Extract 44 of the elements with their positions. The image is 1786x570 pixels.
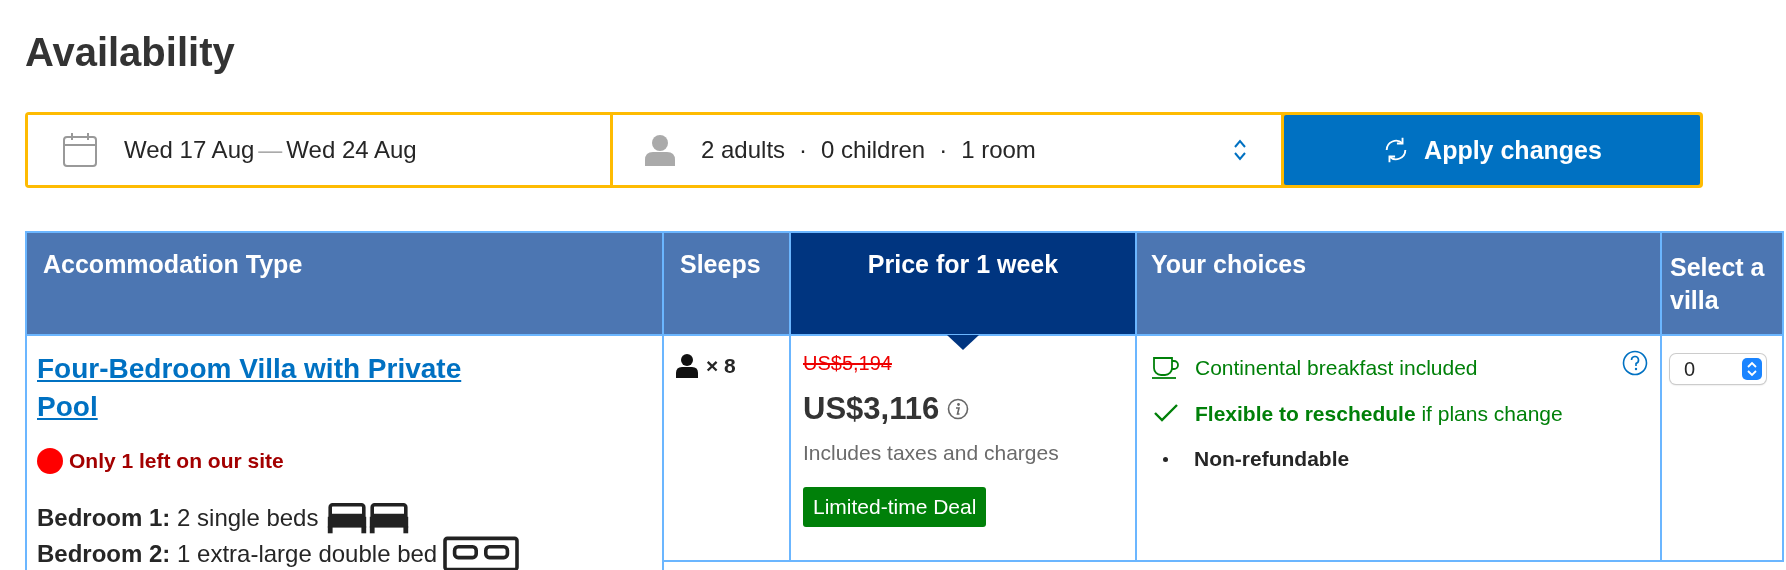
choice-text: Continental breakfast included xyxy=(1195,355,1478,381)
date-field[interactable]: Wed 17 Aug — Wed 24 Aug xyxy=(28,115,610,185)
bed-icon xyxy=(442,535,520,570)
guest-count: 1 room xyxy=(961,136,1036,164)
help-icon[interactable] xyxy=(1622,350,1648,376)
guest-count: 2 adults xyxy=(701,136,786,164)
guests-field[interactable]: 2 adults · 0 children · 1 room xyxy=(613,115,1281,185)
bed-icon xyxy=(369,502,410,534)
bullet-icon xyxy=(1163,457,1168,462)
page-title: Availability xyxy=(25,29,236,76)
alert-dot-icon xyxy=(37,447,63,474)
column-header: Your choices xyxy=(1137,231,1662,336)
guest-count: 0 children xyxy=(821,136,926,164)
check-out-date: Wed 24 Aug xyxy=(286,136,417,164)
stepper-icon xyxy=(1742,358,1762,380)
deal-badge: Limited-time Deal xyxy=(803,487,987,527)
stepper-icon xyxy=(1233,139,1247,161)
calendar-icon xyxy=(62,132,98,168)
column-header: Accommodation Type xyxy=(27,231,664,336)
sleeps-count: × 8 xyxy=(706,354,736,378)
cup-icon xyxy=(1151,356,1181,380)
person-icon xyxy=(645,134,675,166)
check-in-date: Wed 17 Aug xyxy=(124,136,255,164)
info-icon[interactable] xyxy=(947,398,970,420)
apply-changes-button[interactable]: Apply changes xyxy=(1284,115,1700,185)
person-icon xyxy=(676,354,698,378)
bedroom-text: Bedroom 2: 1 extra-large double bed xyxy=(37,539,438,568)
checkmark-icon xyxy=(1151,401,1181,424)
guest-separator: · xyxy=(939,136,948,164)
date-separator: — xyxy=(258,136,283,164)
price-note: Includes taxes and charges xyxy=(803,441,1060,465)
quantity-select[interactable]: 0 xyxy=(1670,354,1766,384)
guest-separator: · xyxy=(799,136,808,164)
pointer-icon xyxy=(947,335,979,350)
bedroom-text: Bedroom 1: 2 single beds xyxy=(37,503,319,532)
bed-icon xyxy=(327,502,368,534)
choice-text: Non-refundable xyxy=(1194,446,1350,472)
column-header: Sleeps xyxy=(664,231,791,336)
choice-text: Flexible to reschedule if plans change xyxy=(1195,400,1563,427)
original-price: US$5,194 xyxy=(803,352,893,375)
current-price: US$3,116 xyxy=(803,391,940,427)
villa-link[interactable]: Four-Bedroom Villa with Private Pool xyxy=(37,350,517,426)
column-header: Select a villa xyxy=(1662,231,1784,336)
availability-text: Only 1 left on our site xyxy=(69,448,284,473)
